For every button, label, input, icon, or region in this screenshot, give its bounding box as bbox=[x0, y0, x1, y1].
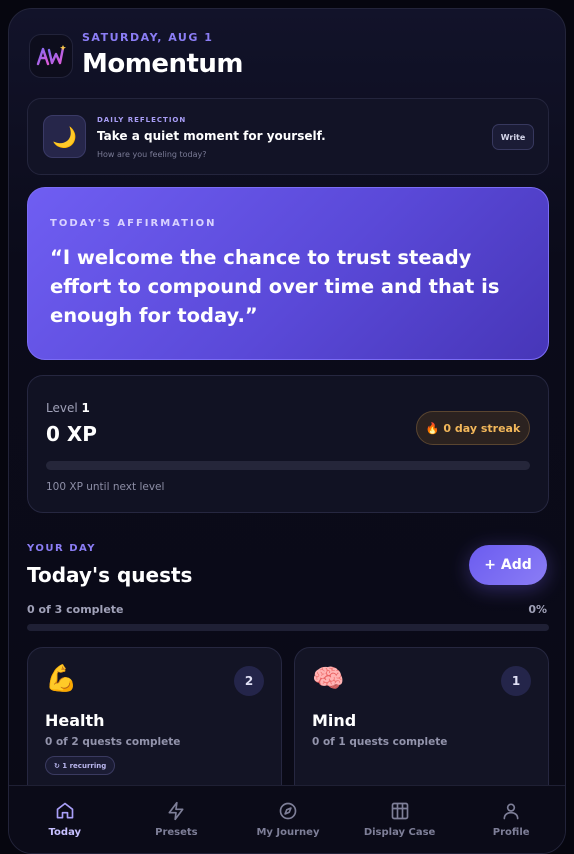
fire-icon: 🔥 bbox=[425, 421, 440, 435]
person-icon bbox=[500, 800, 522, 822]
write-button[interactable]: Write bbox=[492, 124, 534, 150]
nav-item-profile[interactable]: Profile bbox=[455, 786, 565, 853]
streak-text: 0 day streak bbox=[443, 421, 521, 435]
category-progress: 0 of 1 quests complete bbox=[312, 736, 448, 748]
page-title: Momentum bbox=[82, 49, 244, 79]
brain-icon: 🧠 bbox=[312, 664, 345, 694]
category-progress: 0 of 2 quests complete bbox=[45, 736, 181, 748]
moon-icon: 🌙 bbox=[43, 115, 86, 158]
xp-next-level: 100 XP until next level bbox=[46, 481, 165, 493]
quests-complete-label: 0 of 3 complete bbox=[27, 603, 124, 616]
streak-badge: 🔥 0 day streak bbox=[416, 411, 530, 445]
nav-item-presets[interactable]: Presets bbox=[121, 786, 233, 853]
compass-icon bbox=[277, 800, 299, 822]
level-label-text: Level bbox=[46, 401, 78, 415]
flexed-biceps-icon: 💪 bbox=[45, 664, 78, 694]
app-frame: SATURDAY, AUG 1 Momentum 🌙 DAILY REFLECT… bbox=[8, 8, 566, 854]
reflection-eyebrow: DAILY REFLECTION bbox=[97, 116, 187, 124]
level-label: Level 1 bbox=[46, 401, 90, 415]
category-count-badge: 1 bbox=[501, 666, 531, 696]
quests-complete-percent: 0% bbox=[528, 603, 547, 616]
app-logo bbox=[29, 34, 73, 78]
category-name: Mind bbox=[312, 711, 357, 730]
quests-title: Today's quests bbox=[27, 563, 193, 587]
daily-reflection-card[interactable]: 🌙 DAILY REFLECTION Take a quiet moment f… bbox=[27, 98, 549, 175]
affirmation-card: TODAY'S AFFIRMATION “I welcome the chanc… bbox=[27, 187, 549, 360]
xp-value: 0 XP bbox=[46, 422, 97, 446]
add-quest-button[interactable]: + Add bbox=[469, 545, 547, 585]
affirmation-eyebrow: TODAY'S AFFIRMATION bbox=[50, 218, 217, 229]
reflection-subtitle: How are you feeling today? bbox=[97, 150, 207, 159]
level-card: Level 1 0 XP 🔥 0 day streak 100 XP until… bbox=[27, 375, 549, 513]
nav-item-display-case[interactable]: Display Case bbox=[344, 786, 456, 853]
grid-icon bbox=[389, 800, 411, 822]
nav-item-my-journey[interactable]: My Journey bbox=[232, 786, 344, 853]
level-value: 1 bbox=[81, 401, 90, 415]
nav-item-today[interactable]: Today bbox=[9, 786, 121, 853]
xp-progress-bar bbox=[46, 461, 530, 470]
header-date: SATURDAY, AUG 1 bbox=[82, 31, 214, 44]
nav-label: Display Case bbox=[363, 827, 436, 838]
nav-label: Today bbox=[48, 827, 82, 838]
logo-icon bbox=[36, 45, 66, 66]
bottom-nav: Today Presets My Journey Display Case Pr… bbox=[9, 785, 565, 853]
nav-label: Presets bbox=[155, 827, 198, 838]
recurring-badge: ↻ 1 recurring bbox=[45, 756, 116, 775]
nav-label: Profile bbox=[492, 827, 530, 838]
reflection-title: Take a quiet moment for yourself. bbox=[97, 129, 326, 143]
home-icon bbox=[54, 800, 76, 822]
category-name: Health bbox=[45, 711, 105, 730]
category-count-badge: 2 bbox=[234, 666, 264, 696]
lightning-icon bbox=[165, 800, 187, 822]
nav-label: My Journey bbox=[256, 827, 320, 838]
your-day-eyebrow: YOUR DAY bbox=[27, 543, 97, 554]
affirmation-text: “I welcome the chance to trust steady ef… bbox=[50, 246, 500, 327]
quests-progress-bar bbox=[27, 624, 549, 631]
